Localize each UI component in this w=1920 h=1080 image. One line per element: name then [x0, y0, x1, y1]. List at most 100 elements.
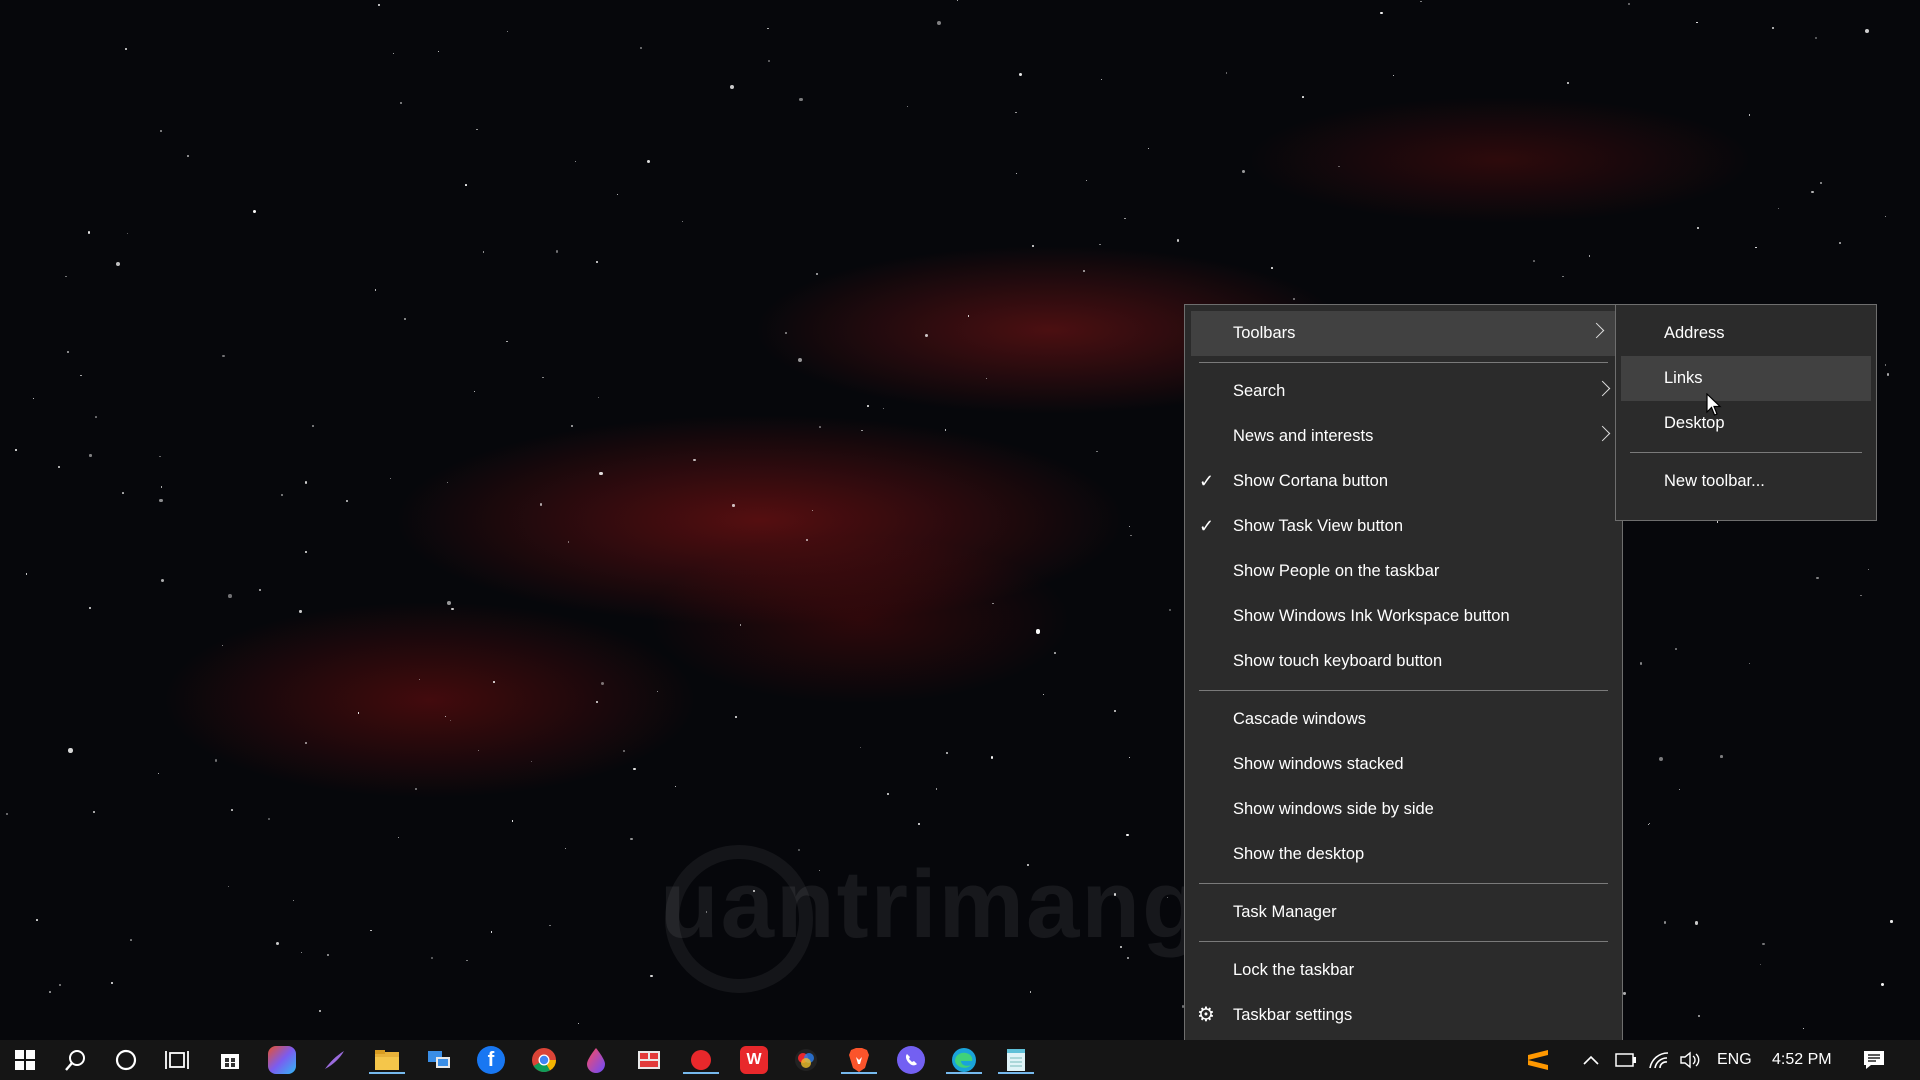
- star: [1562, 275, 1565, 278]
- clock[interactable]: 4:52 PM: [1772, 1040, 1832, 1080]
- menu-item-cascade-windows[interactable]: Cascade windows: [1185, 697, 1622, 742]
- task-view-icon[interactable]: [163, 1046, 191, 1074]
- star: [1338, 165, 1340, 168]
- taskbar-context-menu: Toolbars Search News and interests ✓ Sho…: [1184, 304, 1623, 1053]
- star: [542, 376, 545, 379]
- star: [600, 682, 604, 686]
- menu-item-label: Task Manager: [1233, 903, 1337, 921]
- star: [1716, 520, 1719, 523]
- ink-icon[interactable]: [320, 1046, 348, 1074]
- menu-item-lock-taskbar[interactable]: Lock the taskbar: [1185, 948, 1622, 993]
- star: [1864, 29, 1869, 34]
- record-icon[interactable]: [683, 1046, 719, 1074]
- star: [437, 51, 439, 53]
- chevron-up-icon[interactable]: [1577, 1046, 1605, 1074]
- star: [1816, 577, 1819, 580]
- wifi-icon[interactable]: [1645, 1046, 1673, 1074]
- submenu-item-address[interactable]: Address: [1616, 311, 1876, 356]
- remote-desktop-icon[interactable]: [425, 1046, 453, 1074]
- menu-item-label: Show windows stacked: [1233, 755, 1404, 773]
- facebook-icon[interactable]: f: [477, 1046, 505, 1074]
- running-indicator: [369, 1072, 405, 1074]
- menu-item-show-windows-side-by-side[interactable]: Show windows side by side: [1185, 787, 1622, 832]
- menu-item-show-cortana-button[interactable]: ✓ Show Cortana button: [1185, 459, 1622, 504]
- star: [301, 951, 303, 953]
- star: [861, 429, 863, 432]
- menu-item-taskbar-settings[interactable]: ⚙ Taskbar settings: [1185, 993, 1622, 1038]
- star: [886, 792, 890, 796]
- star: [1126, 834, 1129, 837]
- store-icon[interactable]: [216, 1046, 244, 1074]
- star: [1035, 629, 1041, 634]
- star: [797, 357, 803, 362]
- menu-item-search[interactable]: Search: [1185, 369, 1622, 414]
- star: [1099, 243, 1101, 246]
- star: [799, 97, 803, 102]
- action-center-icon[interactable]: [1860, 1046, 1888, 1074]
- viber-icon[interactable]: [897, 1046, 925, 1074]
- star: [305, 481, 308, 484]
- star: [1301, 96, 1304, 99]
- menu-item-toolbars[interactable]: Toolbars: [1191, 311, 1616, 356]
- color-picker-icon[interactable]: [792, 1046, 820, 1074]
- star: [732, 504, 735, 507]
- star: [418, 678, 421, 681]
- menu-item-show-ink-workspace[interactable]: Show Windows Ink Workspace button: [1185, 594, 1622, 639]
- menu-item-show-touch-keyboard[interactable]: Show touch keyboard button: [1185, 639, 1622, 684]
- star: [1777, 207, 1780, 210]
- star: [1755, 246, 1757, 249]
- star: [1054, 652, 1056, 654]
- star: [681, 220, 684, 223]
- star: [374, 289, 377, 291]
- star: [729, 84, 735, 90]
- star: [222, 355, 225, 358]
- star: [1129, 756, 1130, 758]
- cortana-icon[interactable]: [112, 1046, 140, 1074]
- office-icon[interactable]: [268, 1046, 296, 1074]
- star: [378, 4, 380, 6]
- star: [1639, 662, 1642, 665]
- star: [1380, 11, 1383, 14]
- menu-item-task-manager[interactable]: Task Manager: [1185, 890, 1622, 935]
- app-icon[interactable]: [635, 1046, 663, 1074]
- menu-item-show-desktop[interactable]: Show the desktop: [1185, 832, 1622, 877]
- start-icon[interactable]: [11, 1046, 39, 1074]
- volume-icon[interactable]: [1676, 1046, 1704, 1074]
- star: [267, 817, 270, 821]
- star: [304, 551, 307, 554]
- search-icon[interactable]: [62, 1046, 90, 1074]
- brave-icon[interactable]: [841, 1046, 877, 1074]
- edge-icon[interactable]: [946, 1046, 982, 1074]
- star: [58, 983, 61, 986]
- language-indicator[interactable]: ENG: [1717, 1040, 1752, 1080]
- sublime-text-icon[interactable]: [1524, 1046, 1552, 1074]
- menu-item-news-and-interests[interactable]: News and interests: [1185, 414, 1622, 459]
- star: [1839, 242, 1841, 244]
- file-explorer-icon[interactable]: [369, 1046, 405, 1074]
- menu-item-label: New toolbar...: [1664, 472, 1765, 490]
- menu-item-show-people[interactable]: Show People on the taskbar: [1185, 549, 1622, 594]
- star: [506, 30, 509, 33]
- star: [57, 466, 60, 469]
- star: [160, 486, 163, 489]
- wps-icon[interactable]: W: [740, 1046, 768, 1074]
- menu-item-show-windows-stacked[interactable]: Show windows stacked: [1185, 742, 1622, 787]
- checkmark-icon: ✓: [1199, 516, 1215, 536]
- submenu-item-new-toolbar[interactable]: New toolbar...: [1616, 459, 1876, 504]
- notepad-icon[interactable]: [998, 1046, 1034, 1074]
- star: [1771, 26, 1775, 30]
- submenu-item-links[interactable]: Links: [1621, 356, 1871, 401]
- chrome-icon[interactable]: [530, 1046, 558, 1074]
- star: [882, 407, 885, 410]
- star: [739, 624, 742, 626]
- star: [1168, 609, 1171, 612]
- watermark-text: uantrimang: [660, 851, 1203, 958]
- mouse-cursor-icon: [1706, 393, 1722, 416]
- battery-icon[interactable]: [1612, 1046, 1640, 1074]
- running-indicator: [946, 1072, 982, 1074]
- star: [646, 159, 651, 164]
- menu-item-show-task-view-button[interactable]: ✓ Show Task View button: [1185, 504, 1622, 549]
- star: [1130, 534, 1132, 536]
- submenu-item-desktop[interactable]: Desktop: [1616, 401, 1876, 446]
- paint-icon[interactable]: [582, 1046, 610, 1074]
